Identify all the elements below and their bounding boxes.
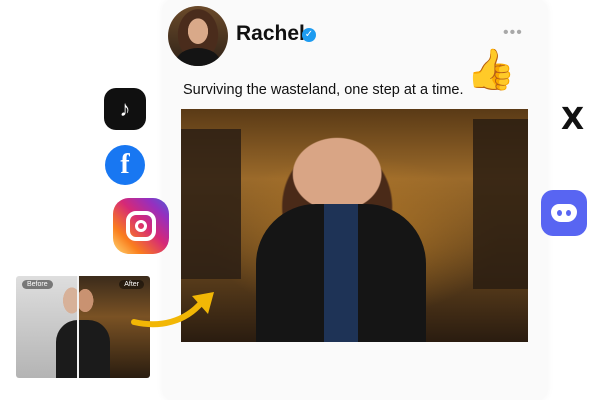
thumbnail-subject (56, 320, 110, 378)
comparison-divider (77, 276, 79, 378)
thumbs-up-icon: 👍 (466, 48, 516, 92)
facebook-icon: f (105, 145, 145, 185)
avatar[interactable] (168, 6, 228, 66)
author-name[interactable]: Rachel (236, 22, 305, 46)
curved-arrow-icon (131, 292, 214, 328)
post-image[interactable] (181, 109, 528, 342)
subject-jacket (256, 204, 426, 342)
before-label: Before (22, 280, 53, 289)
instagram-icon (113, 198, 169, 254)
more-options-icon[interactable]: ••• (503, 24, 523, 42)
discord-controller-shape (551, 204, 577, 222)
verified-badge-icon: ✓ (302, 28, 316, 42)
ruined-building-left (181, 129, 241, 279)
x-icon: X (561, 102, 585, 137)
ruined-building-right (473, 119, 528, 289)
instagram-camera-shape (126, 211, 156, 241)
discord-icon (541, 190, 587, 236)
tiktok-icon: ♪ (104, 88, 146, 130)
post-caption: Surviving the wasteland, one step at a t… (183, 82, 464, 98)
